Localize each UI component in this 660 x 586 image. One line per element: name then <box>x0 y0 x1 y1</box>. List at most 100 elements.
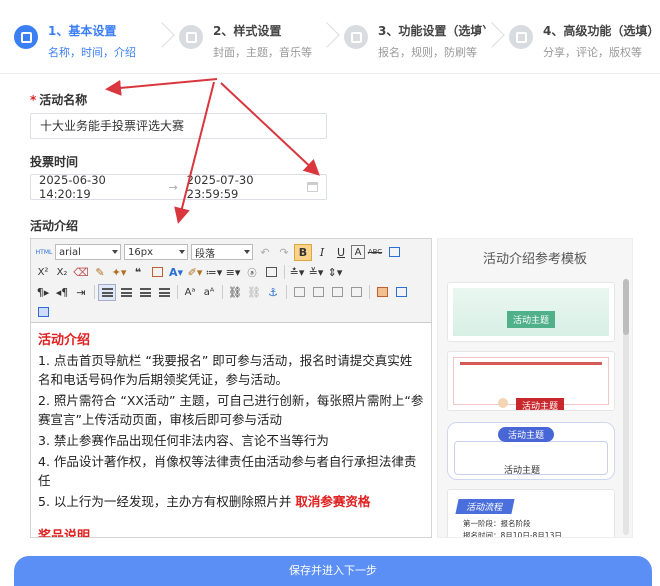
template-tag: 活动主题 <box>516 398 565 410</box>
template-card[interactable]: 活动主题 活动主题 <box>447 422 615 480</box>
link-icon[interactable]: ⛓ <box>226 284 244 301</box>
template-tag: 活动主题 <box>507 311 556 328</box>
paste-text-icon[interactable] <box>148 264 166 281</box>
image-left-icon[interactable] <box>309 284 327 301</box>
row-spacing-bottom-icon[interactable]: ≚▾ <box>307 264 325 281</box>
template-panel: 活动介绍参考模板 活动主题 活动主题 活动主题 活动主题 活动流程 第一阶段：报… <box>437 238 633 538</box>
undo-icon[interactable]: ↶ <box>256 244 274 261</box>
step-subtitle: 名称，时间，介绍 <box>48 46 136 59</box>
unordered-list-icon[interactable]: ≡▾ <box>224 264 242 281</box>
editor-content[interactable]: 活动介绍 1. 点击首页导航栏 “我要报名” 即可参与活动，报名时请提交真实姓名… <box>31 323 431 538</box>
step-icon <box>509 25 533 49</box>
anchor-icon[interactable]: ⚓ <box>264 284 282 301</box>
content-paragraph: 1. 点击首页导航栏 “我要报名” 即可参与活动，报名时请提交真实姓名和电话号码… <box>38 353 413 387</box>
align-right-icon[interactable] <box>136 284 154 301</box>
font-border-button[interactable]: A <box>351 245 365 259</box>
image-right-icon[interactable] <box>328 284 346 301</box>
highlight-icon[interactable]: ✐▾ <box>186 264 204 281</box>
image-none-icon[interactable] <box>290 284 308 301</box>
steps-bar: 1、基本设置 名称，时间，介绍 2、样式设置 封面，主题，音乐等 3、功能设置（… <box>0 0 660 74</box>
line-height-icon[interactable]: ⇕▾ <box>326 264 344 281</box>
range-separator: → <box>168 180 178 194</box>
insert-image-icon[interactable] <box>373 284 391 301</box>
touppercase-icon[interactable]: Aᵃ <box>181 284 199 301</box>
step-subtitle: 封面，主题，音乐等 <box>213 46 312 59</box>
image-center-icon[interactable] <box>347 284 365 301</box>
required-mark: * <box>30 93 37 107</box>
template-text: 第一阶段：报名阶段 <box>463 519 531 528</box>
template-text: 活动主题 <box>504 466 541 476</box>
template-tag: 活动主题 <box>498 427 555 442</box>
content-heading: 活动介绍 <box>38 333 91 348</box>
annotation-arrow <box>105 78 218 96</box>
subscript-button[interactable]: X₂ <box>53 264 71 281</box>
font-family-select[interactable]: arial <box>55 244 121 260</box>
step-title: 4、高级功能（选填） <box>543 24 660 38</box>
format-painter-icon[interactable]: ✎ <box>91 264 109 281</box>
font-size-value: 16px <box>128 246 153 258</box>
strikethrough-button[interactable]: ABC <box>366 244 384 261</box>
flower-icon <box>498 398 508 408</box>
redo-icon[interactable]: ↷ <box>275 244 293 261</box>
template-scrollbar[interactable] <box>623 279 629 535</box>
activity-name-input[interactable]: 十大业务能手投票评选大赛 <box>30 113 327 139</box>
rtl-icon[interactable]: ◂¶ <box>53 284 71 301</box>
step-basic-settings[interactable]: 1、基本设置 名称，时间，介绍 <box>0 0 175 73</box>
step-subtitle: 分享，评论，版权等 <box>543 46 642 59</box>
content-highlight: 取消参赛资格 <box>295 494 371 509</box>
paragraph-select[interactable]: 段落 <box>191 244 253 260</box>
activity-intro-label: 活动介绍 <box>30 219 79 233</box>
tolowercase-icon[interactable]: aᴬ <box>200 284 218 301</box>
auto-format-icon[interactable]: ✦▾ <box>110 264 128 281</box>
select-all-icon[interactable]: ⓐ <box>243 264 261 281</box>
step-icon <box>344 25 368 49</box>
save-draft-icon[interactable] <box>34 304 52 321</box>
ltr-icon[interactable]: ¶▸ <box>34 284 52 301</box>
paragraph-value: 段落 <box>195 248 215 260</box>
calendar-icon[interactable] <box>307 182 318 192</box>
step-subtitle: 报名，规则，防刷等 <box>378 46 477 59</box>
content-paragraph: 4. 作品设计著作权，肖像权等法律责任由活动参与者自行承担法律责任 <box>38 454 417 488</box>
template-card[interactable]: 活动主题 <box>447 282 615 342</box>
underline-button[interactable]: U <box>332 244 350 261</box>
italic-button[interactable]: I <box>313 244 331 261</box>
template-card[interactable]: 活动主题 <box>447 351 615 411</box>
align-justify-icon[interactable] <box>155 284 173 301</box>
font-size-select[interactable]: 16px <box>124 244 188 260</box>
start-time[interactable]: 2025-06-30 14:20:19 <box>39 173 159 201</box>
blockquote-icon[interactable]: ❝ <box>129 264 147 281</box>
eraser-icon[interactable]: ⌫ <box>72 264 90 281</box>
step-style-settings[interactable]: 2、样式设置 封面，主题，音乐等 <box>165 0 340 73</box>
align-center-icon[interactable] <box>117 284 135 301</box>
insert-table-icon[interactable] <box>392 284 410 301</box>
font-color-icon[interactable]: A▾ <box>167 264 185 281</box>
save-next-button[interactable]: 保存并进入下一步 <box>14 556 652 586</box>
step-title: 2、样式设置 <box>213 24 282 38</box>
bold-button[interactable]: B <box>294 243 312 261</box>
end-time[interactable]: 2025-07-30 23:59:59 <box>187 173 307 201</box>
indent-icon[interactable]: ⇥ <box>72 284 90 301</box>
content-paragraph: 5. 以上行为一经发现，主办方有权删除照片并 取消参赛资格 <box>38 492 424 511</box>
content-heading-2: 奖品说明 <box>38 529 91 538</box>
step-icon <box>14 25 38 49</box>
step-advanced-settings[interactable]: 4、高级功能（选填） 分享，评论，版权等 <box>495 0 660 73</box>
rich-text-editor[interactable]: HTML arial 16px 段落 ↶ ↷ B I U A ABC X² X₂… <box>30 238 432 538</box>
template-card[interactable]: 活动流程 第一阶段：报名阶段 报名时间：8月10日-8月13日 <box>447 489 615 538</box>
content-paragraph: 2. 照片需符合 “XX活动” 主题，可自己进行创新，每张照片需附上“参赛宣言”… <box>38 393 424 427</box>
unlink-icon[interactable]: ⛓ <box>245 284 263 301</box>
template-text: 报名时间：8月10日-8月13日 <box>463 531 562 538</box>
template-panel-title: 活动介绍参考模板 <box>482 252 587 267</box>
editor-toolbar: HTML arial 16px 段落 ↶ ↷ B I U A ABC X² X₂… <box>31 239 431 323</box>
vote-time-label: 投票时间 <box>30 155 79 169</box>
ordered-list-icon[interactable]: ≔▾ <box>205 264 223 281</box>
fullscreen-icon[interactable] <box>385 244 403 261</box>
superscript-button[interactable]: X² <box>34 264 52 281</box>
align-left-icon[interactable] <box>98 283 116 301</box>
clear-doc-icon[interactable] <box>262 264 280 281</box>
scrollbar-thumb[interactable] <box>623 279 629 335</box>
row-spacing-top-icon[interactable]: ≛▾ <box>288 264 306 281</box>
html-source-button[interactable]: HTML <box>34 244 54 261</box>
vote-time-range-picker[interactable]: 2025-06-30 14:20:19 → 2025-07-30 23:59:5… <box>30 173 327 201</box>
content-paragraph: 3. 禁止参赛作品出现任何非法内容、言论不当等行为 <box>38 433 329 448</box>
step-function-settings[interactable]: 3、功能设置（选填） 报名，规则，防刷等 <box>330 0 505 73</box>
